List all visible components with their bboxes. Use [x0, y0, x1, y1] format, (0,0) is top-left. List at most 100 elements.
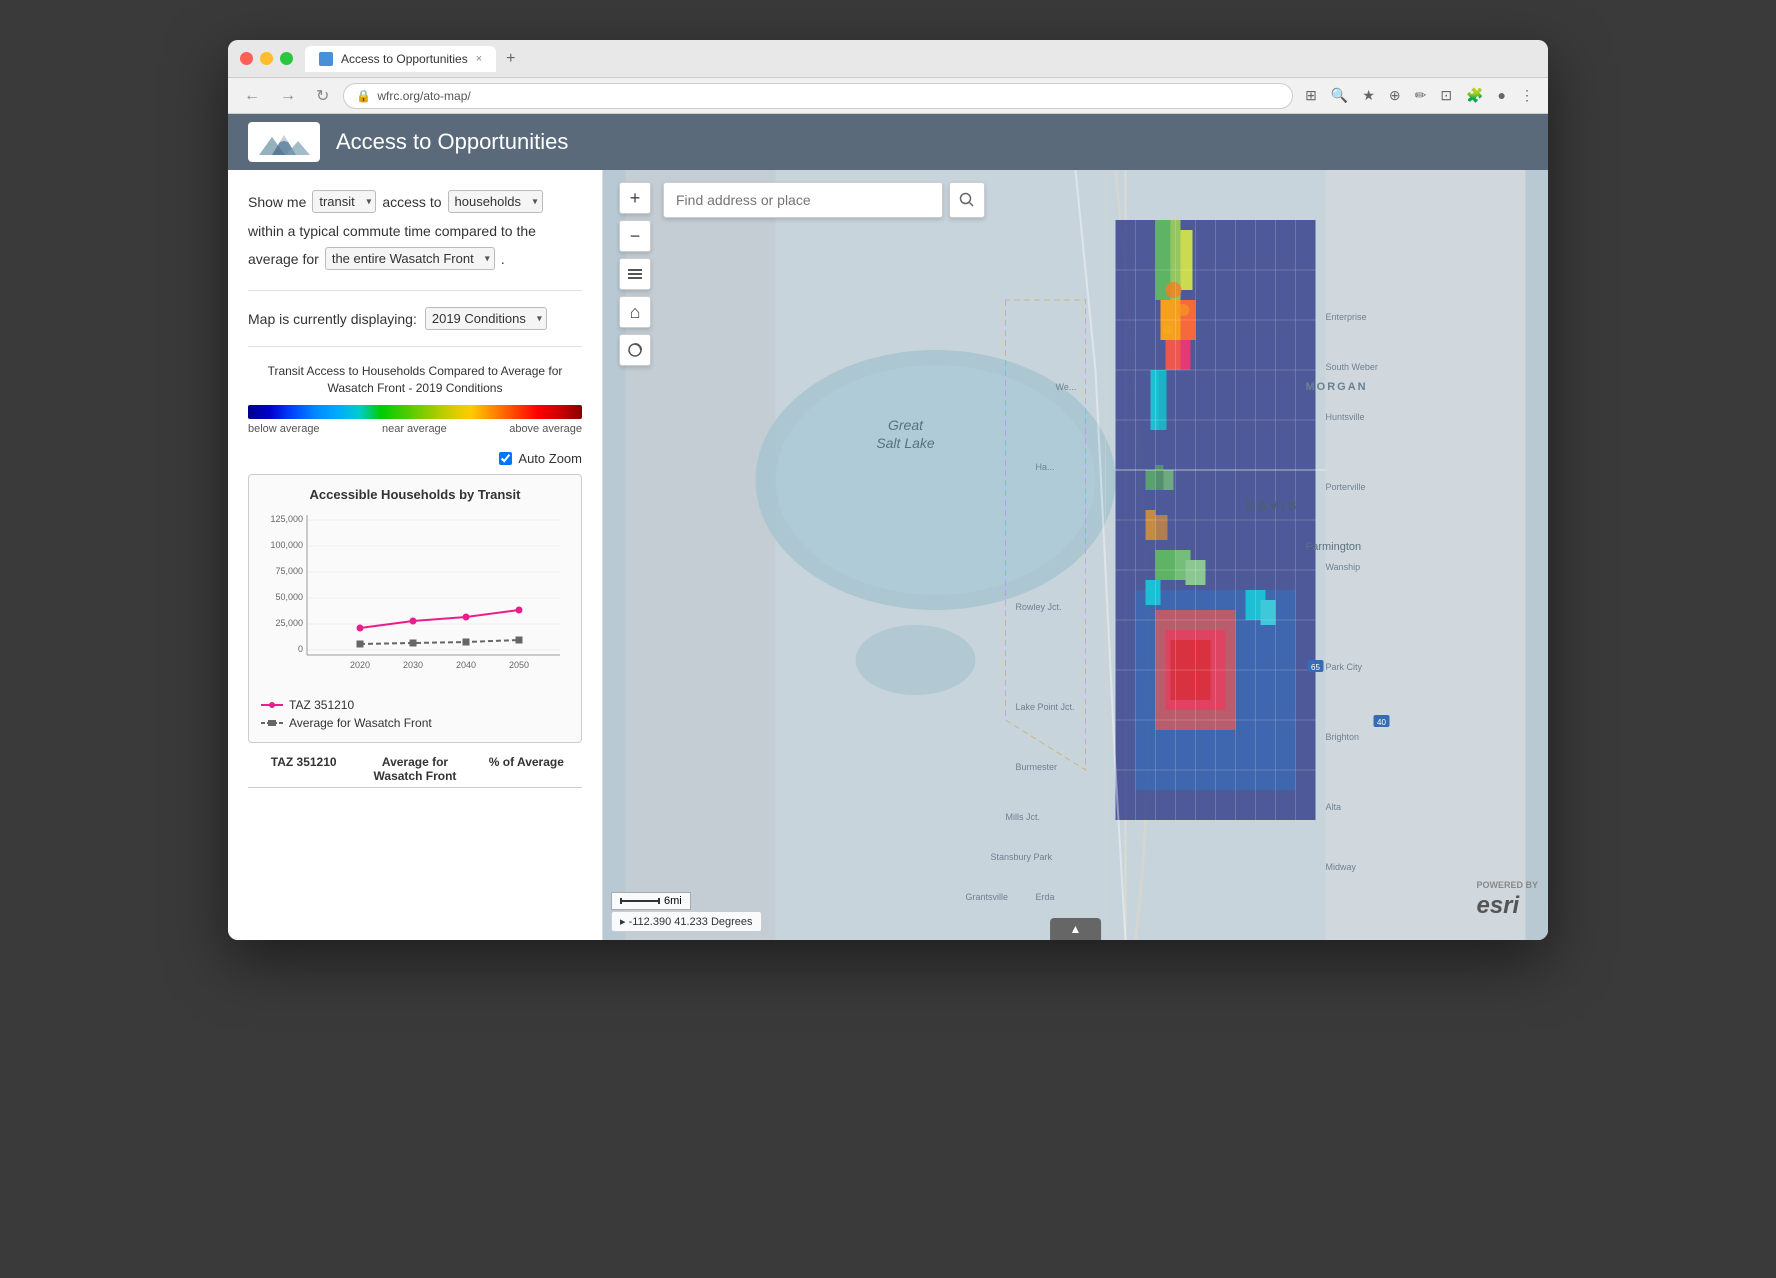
conditions-row: Map is currently displaying: 2019 Condit… [248, 307, 582, 330]
svg-text:100,000: 100,000 [270, 540, 303, 550]
period-label: . [501, 251, 505, 267]
extensions-icon[interactable]: ⊞ [1301, 85, 1321, 106]
transit-select[interactable]: transit auto [312, 190, 376, 213]
svg-text:Alta: Alta [1326, 802, 1342, 812]
chart-section: Accessible Households by Transit 125,000… [248, 474, 582, 743]
layers-button[interactable] [619, 258, 651, 290]
divider-2 [248, 346, 582, 347]
app-logo [248, 122, 320, 162]
data-table: TAZ 351210 Average for Wasatch Front % o… [248, 755, 582, 788]
svg-text:Midway: Midway [1326, 862, 1357, 872]
home-button[interactable]: ⌂ [619, 296, 651, 328]
svg-text:Erda: Erda [1036, 892, 1055, 902]
households-select[interactable]: households jobs [448, 190, 543, 213]
tab-close-icon[interactable]: × [476, 53, 482, 65]
svg-text:125,000: 125,000 [270, 514, 303, 524]
refresh-icon [627, 342, 643, 358]
zoom-in-button[interactable]: + [619, 182, 651, 214]
map-search-input[interactable] [663, 182, 943, 218]
svg-text:Salt Lake: Salt Lake [876, 435, 935, 451]
menu-icon[interactable]: ⋮ [1516, 85, 1538, 106]
coordinates-bar: ▸ -112.390 41.233 Degrees [611, 911, 762, 932]
map-background: Great Salt Lake MORGAN DAVIS Farmington … [603, 170, 1548, 940]
nav-back-button[interactable]: ← [238, 83, 266, 109]
taz-legend-label: TAZ 351210 [289, 698, 354, 712]
tab-favicon [319, 52, 333, 66]
puzzle-icon[interactable]: 🧩 [1462, 85, 1487, 106]
table-header-avg: Average for Wasatch Front [359, 755, 470, 783]
scale-ruler [620, 897, 660, 905]
legend-item-avg: Average for Wasatch Front [261, 716, 569, 730]
svg-text:Burmester: Burmester [1016, 762, 1058, 772]
svg-text:South Weber: South Weber [1326, 362, 1378, 372]
minimize-button[interactable] [260, 52, 273, 65]
nav-forward-button[interactable]: → [274, 83, 302, 109]
expand-btn-area: ▲ [1050, 918, 1102, 940]
svg-text:50,000: 50,000 [275, 592, 303, 602]
transit-select-wrapper[interactable]: transit auto [312, 190, 376, 213]
svg-text:MORGAN: MORGAN [1306, 381, 1368, 393]
conditions-select[interactable]: 2019 Conditions 2015 Conditions 2025 Con… [425, 307, 547, 330]
close-button[interactable] [240, 52, 253, 65]
window-icon[interactable]: ⊡ [1436, 85, 1456, 106]
svg-text:Brighton: Brighton [1326, 732, 1360, 742]
scale-bar: 6mi [611, 892, 691, 910]
coordinates-text: ▸ -112.390 41.233 Degrees [620, 915, 753, 928]
within-row: within a typical commute time compared t… [248, 223, 582, 239]
layers-icon [626, 265, 644, 283]
region-select-wrapper[interactable]: the entire Wasatch Front Salt Lake Count… [325, 247, 495, 270]
households-select-wrapper[interactable]: households jobs [448, 190, 543, 213]
divider-1 [248, 290, 582, 291]
expand-button[interactable]: ▲ [1050, 918, 1102, 940]
svg-text:Ha...: Ha... [1036, 462, 1055, 472]
zoom-out-button[interactable]: − [619, 220, 651, 252]
browser-titlebar: Access to Opportunities × + [228, 40, 1548, 78]
svg-text:DAVIS: DAVIS [1246, 498, 1300, 513]
bookmark-icon[interactable]: ★ [1358, 85, 1379, 106]
search-icon [959, 192, 975, 208]
profile-icon[interactable]: ● [1494, 85, 1510, 106]
average-row: average for the entire Wasatch Front Sal… [248, 247, 582, 270]
conditions-select-wrapper[interactable]: 2019 Conditions 2015 Conditions 2025 Con… [425, 307, 547, 330]
legend-labels: below average near average above average [248, 423, 582, 435]
new-tab-button[interactable]: + [496, 44, 525, 74]
svg-text:Great: Great [888, 417, 924, 433]
address-text: wfrc.org/ato-map/ [377, 89, 470, 103]
esri-attribution: POWERED BY esri [1476, 880, 1538, 920]
tab-icon[interactable]: ⊕ [1385, 85, 1405, 106]
auto-zoom-label: Auto Zoom [518, 451, 582, 466]
scale-bar-area: 6mi [611, 892, 691, 910]
refresh-button[interactable] [619, 334, 651, 366]
svg-text:40: 40 [1377, 718, 1386, 727]
maximize-button[interactable] [280, 52, 293, 65]
browser-tab[interactable]: Access to Opportunities × [305, 46, 496, 72]
map-area: Great Salt Lake MORGAN DAVIS Farmington … [603, 170, 1548, 940]
region-select[interactable]: the entire Wasatch Front Salt Lake Count… [325, 247, 495, 270]
scale-label: 6mi [664, 895, 682, 907]
svg-text:Porterville: Porterville [1326, 482, 1366, 492]
svg-text:We...: We... [1056, 382, 1077, 392]
address-bar[interactable]: 🔒 wfrc.org/ato-map/ [343, 83, 1293, 109]
map-search-button[interactable] [949, 182, 985, 218]
show-me-row: Show me transit auto access to household… [248, 190, 582, 213]
window-controls [240, 52, 293, 65]
chart-title: Accessible Households by Transit [261, 487, 569, 502]
edit-icon[interactable]: ✏ [1411, 85, 1431, 106]
legend-gradient [248, 405, 582, 419]
nav-reload-button[interactable]: ↻ [310, 82, 335, 110]
chart-svg: 125,000 100,000 75,000 50,000 25,000 0 [261, 510, 569, 690]
app-header: Access to Opportunities [228, 114, 1548, 170]
svg-text:Park City: Park City [1326, 662, 1363, 672]
show-me-label: Show me [248, 194, 306, 210]
table-header-row: TAZ 351210 Average for Wasatch Front % o… [248, 755, 582, 788]
legend-title: Transit Access to Households Compared to… [248, 363, 582, 397]
svg-text:75,000: 75,000 [275, 566, 303, 576]
tab-title: Access to Opportunities [341, 52, 468, 66]
logo-svg [254, 127, 314, 157]
auto-zoom-checkbox[interactable] [499, 452, 512, 465]
within-label: within a typical commute time compared t… [248, 223, 536, 239]
browser-toolbar: ← → ↻ 🔒 wfrc.org/ato-map/ ⊞ 🔍 ★ ⊕ ✏ ⊡ 🧩 … [228, 78, 1548, 114]
avg-line-icon [261, 718, 283, 728]
svg-text:2050: 2050 [509, 660, 529, 670]
search-icon[interactable]: 🔍 [1327, 85, 1352, 106]
